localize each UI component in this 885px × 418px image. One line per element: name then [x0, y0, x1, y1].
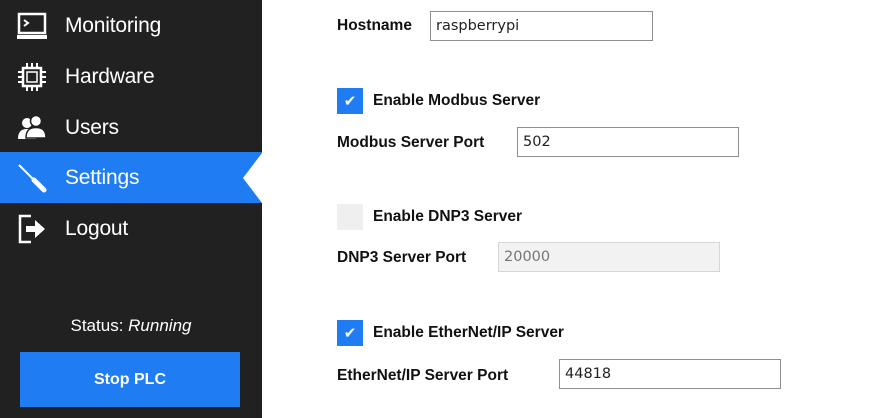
- status-prefix: Status:: [70, 316, 124, 335]
- chip-icon: [17, 62, 47, 92]
- monitor-icon: [17, 11, 47, 41]
- enable-ethernet-ip-label: Enable EtherNet/IP Server: [373, 324, 564, 341]
- screwdriver-icon: [17, 163, 47, 193]
- sidebar-item-label: Settings: [65, 165, 140, 189]
- sidebar-item-users[interactable]: Users: [0, 102, 262, 153]
- hostname-label: Hostname: [337, 17, 412, 34]
- plc-status: Status: Running: [0, 316, 262, 336]
- checkmark-icon: ✔: [343, 324, 357, 342]
- settings-form: Hostname ✔ Enable Modbus Server Modbus S…: [262, 0, 885, 418]
- sidebar-item-logout[interactable]: Logout: [0, 203, 262, 254]
- ethernet-ip-port-input[interactable]: [559, 359, 781, 389]
- users-icon: [17, 113, 47, 143]
- sidebar-item-label: Hardware: [65, 64, 155, 88]
- enable-modbus-checkbox[interactable]: ✔: [337, 88, 363, 114]
- ethernet-ip-port-label: EtherNet/IP Server Port: [337, 367, 509, 384]
- sidebar-item-label: Users: [65, 115, 119, 139]
- stop-plc-button[interactable]: Stop PLC: [20, 352, 240, 407]
- enable-modbus-label: Enable Modbus Server: [373, 92, 541, 109]
- dnp3-port-input[interactable]: [498, 242, 720, 272]
- hostname-input[interactable]: [430, 11, 653, 41]
- sidebar: Monitoring Hardware Users Settings Logou…: [0, 0, 262, 418]
- modbus-port-input[interactable]: [517, 127, 739, 157]
- sidebar-item-monitoring[interactable]: Monitoring: [0, 0, 262, 51]
- enable-dnp3-checkbox[interactable]: [337, 204, 363, 230]
- logout-icon: [17, 214, 47, 244]
- modbus-port-label: Modbus Server Port: [337, 134, 485, 151]
- sidebar-item-hardware[interactable]: Hardware: [0, 51, 262, 102]
- dnp3-port-label: DNP3 Server Port: [337, 249, 467, 266]
- sidebar-item-settings[interactable]: Settings: [0, 152, 262, 203]
- enable-dnp3-label: Enable DNP3 Server: [373, 208, 523, 225]
- checkmark-icon: ✔: [343, 92, 357, 110]
- sidebar-item-label: Monitoring: [65, 13, 162, 37]
- enable-ethernet-ip-checkbox[interactable]: ✔: [337, 320, 363, 346]
- status-value: Running: [128, 316, 192, 335]
- sidebar-item-label: Logout: [65, 216, 129, 240]
